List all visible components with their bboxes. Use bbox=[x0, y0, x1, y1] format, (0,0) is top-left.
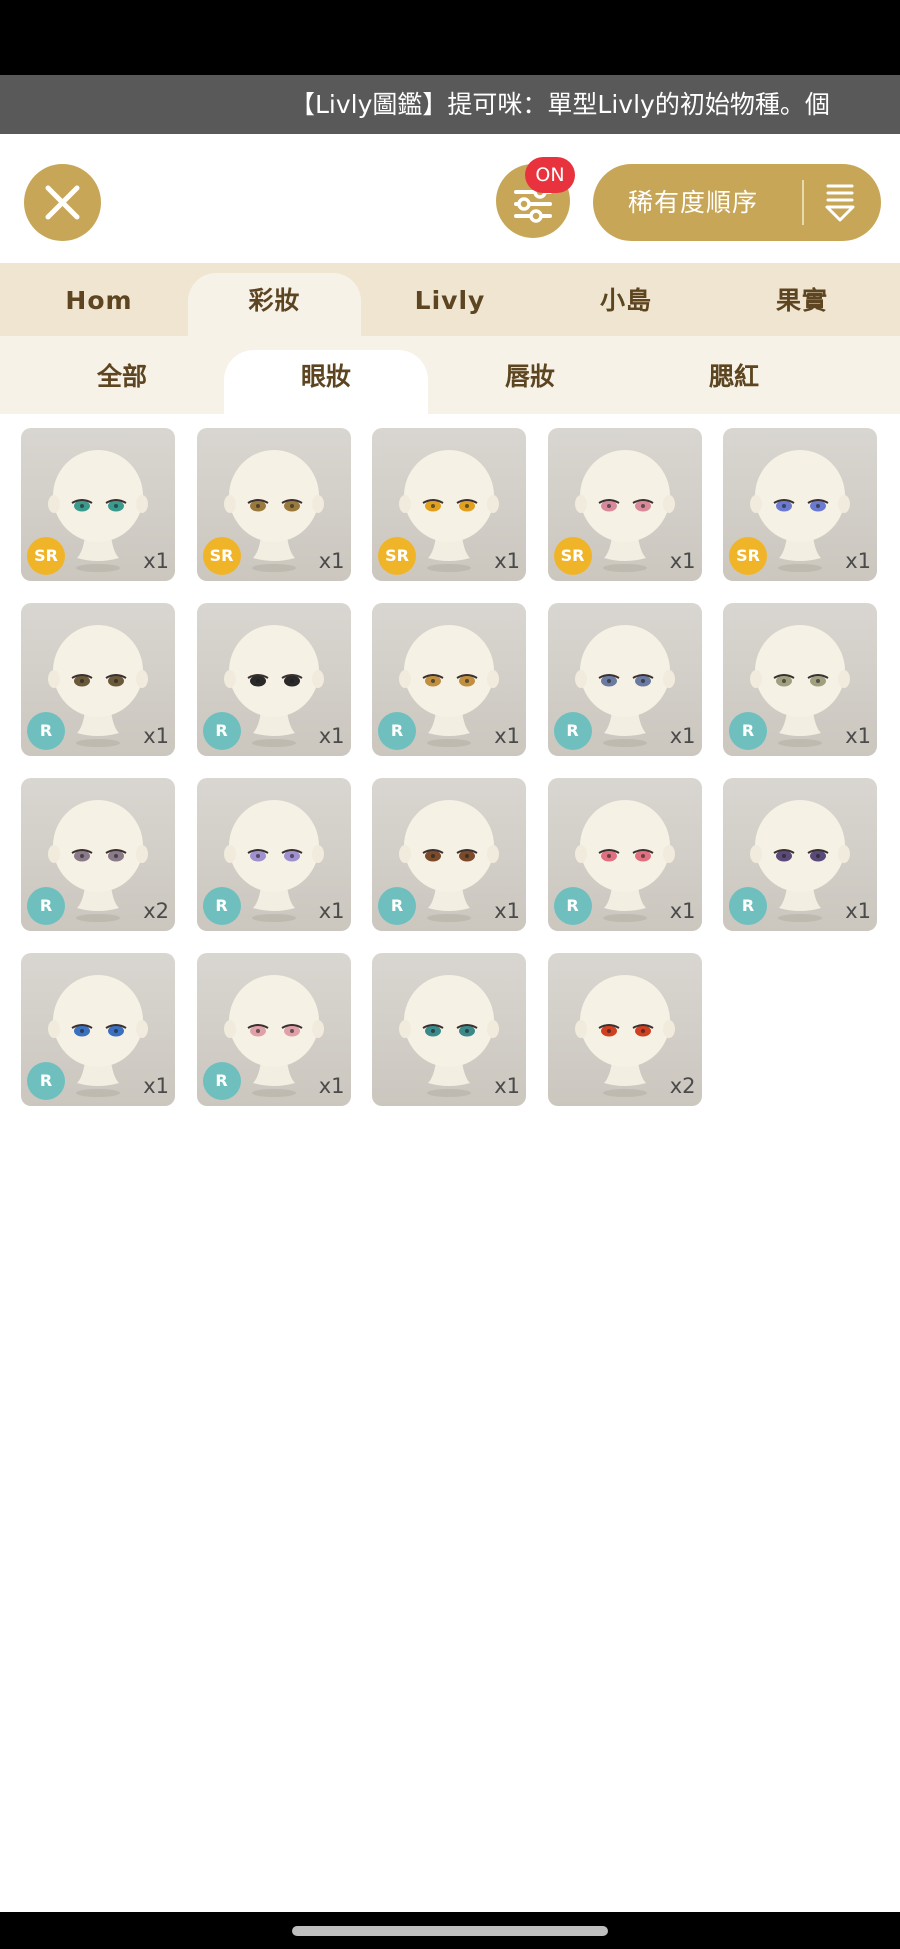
item-count: x1 bbox=[845, 724, 871, 748]
eye-makeup-item[interactable]: Rx1 bbox=[21, 953, 175, 1106]
item-count: x1 bbox=[494, 724, 520, 748]
eye-makeup-item[interactable]: SR x1 bbox=[372, 428, 526, 581]
rarity-badge: SR bbox=[729, 537, 767, 575]
rarity-badge: R bbox=[27, 887, 65, 925]
item-count: x1 bbox=[494, 1074, 520, 1098]
tab-fruit[interactable]: 果實 bbox=[714, 263, 890, 336]
tab-livly[interactable]: Livly bbox=[362, 263, 538, 336]
eye-makeup-item[interactable]: SR x1 bbox=[196, 428, 351, 581]
sort-label: 稀有度順序 bbox=[628, 188, 759, 217]
eye-makeup-item[interactable]: Rx1 bbox=[547, 603, 702, 756]
close-icon bbox=[45, 185, 80, 220]
rarity-badge: SR bbox=[378, 537, 416, 575]
close-button[interactable] bbox=[24, 164, 101, 241]
subtab-all[interactable]: 全部 bbox=[20, 336, 224, 414]
rarity-badge: R bbox=[553, 887, 592, 925]
rarity-badge: R bbox=[202, 1062, 241, 1100]
item-count: x1 bbox=[669, 549, 696, 573]
rarity-badge: R bbox=[27, 712, 65, 750]
rarity-badge: R bbox=[729, 887, 767, 925]
item-count: x1 bbox=[494, 899, 520, 923]
item-count: x1 bbox=[143, 549, 169, 573]
rarity-badge: SR bbox=[27, 537, 65, 575]
rarity-badge: R bbox=[202, 887, 241, 925]
subtab-blush[interactable]: 腮紅 bbox=[632, 336, 836, 414]
news-ticker: 【Livly圖鑑】提可咪：單型Livly的初始物種。個 bbox=[0, 75, 900, 134]
eye-makeup-item[interactable]: Rx1 bbox=[196, 603, 351, 756]
eye-makeup-item[interactable]: Rx1 bbox=[723, 603, 877, 756]
rarity-badge: R bbox=[202, 712, 241, 750]
rarity-badge: R bbox=[378, 887, 416, 925]
item-count: x1 bbox=[318, 724, 345, 748]
eye-makeup-item[interactable]: Rx1 bbox=[196, 778, 351, 931]
item-count: x1 bbox=[845, 549, 871, 573]
tab-hom[interactable]: Hom bbox=[0, 263, 198, 336]
eye-makeup-item[interactable]: Rx1 bbox=[196, 953, 351, 1106]
ticker-text: 【Livly圖鑑】提可咪：單型Livly的初始物種。個 bbox=[290, 90, 830, 119]
subtab-lip-makeup[interactable]: 唇妝 bbox=[428, 336, 632, 414]
eye-makeup-item[interactable]: x1 bbox=[372, 953, 526, 1106]
item-count: x1 bbox=[143, 724, 169, 748]
rarity-badge: SR bbox=[553, 537, 592, 575]
eye-makeup-item[interactable]: Rx1 bbox=[21, 603, 175, 756]
item-count: x1 bbox=[845, 899, 871, 923]
eye-makeup-item[interactable]: Rx1 bbox=[723, 778, 877, 931]
eye-makeup-item[interactable]: Rx1 bbox=[372, 603, 526, 756]
rarity-badge: R bbox=[553, 712, 592, 750]
item-count: x1 bbox=[318, 549, 345, 573]
category-tabs: Hom 彩妝 Livly 小島 果實 bbox=[0, 263, 900, 336]
rarity-badge: R bbox=[378, 712, 416, 750]
eye-makeup-item[interactable]: x2 bbox=[547, 953, 702, 1106]
tab-island[interactable]: 小島 bbox=[538, 263, 714, 336]
item-count: x2 bbox=[669, 1074, 696, 1098]
eye-makeup-item[interactable]: SR x1 bbox=[723, 428, 877, 581]
eye-makeup-item[interactable]: Rx2 bbox=[21, 778, 175, 931]
home-indicator[interactable] bbox=[292, 1926, 608, 1936]
eye-makeup-item[interactable]: SR x1 bbox=[21, 428, 175, 581]
tab-makeup[interactable]: 彩妝 bbox=[188, 273, 361, 336]
makeup-subtabs: 全部 眼妝 唇妝 腮紅 bbox=[0, 336, 900, 414]
eye-makeup-item[interactable]: Rx1 bbox=[547, 778, 702, 931]
sort-button[interactable]: 稀有度順序 bbox=[593, 164, 881, 241]
status-bar bbox=[0, 0, 900, 75]
item-count: x1 bbox=[143, 1074, 169, 1098]
rarity-badge: R bbox=[729, 712, 767, 750]
sort-divider bbox=[802, 180, 804, 225]
item-count: x1 bbox=[669, 724, 696, 748]
item-count: x1 bbox=[318, 1074, 345, 1098]
subtab-eye-makeup[interactable]: 眼妝 bbox=[224, 350, 428, 414]
rarity-badge: R bbox=[27, 1062, 65, 1100]
eye-makeup-item[interactable]: Rx1 bbox=[372, 778, 526, 931]
item-count: x1 bbox=[318, 899, 345, 923]
sort-order-icon bbox=[825, 184, 855, 222]
rarity-badge: SR bbox=[202, 537, 241, 575]
item-count: x1 bbox=[494, 549, 520, 573]
eye-makeup-item[interactable]: SR x1 bbox=[547, 428, 702, 581]
item-count: x1 bbox=[669, 899, 696, 923]
item-count: x2 bbox=[143, 899, 169, 923]
filter-on-badge: ON bbox=[525, 157, 575, 193]
